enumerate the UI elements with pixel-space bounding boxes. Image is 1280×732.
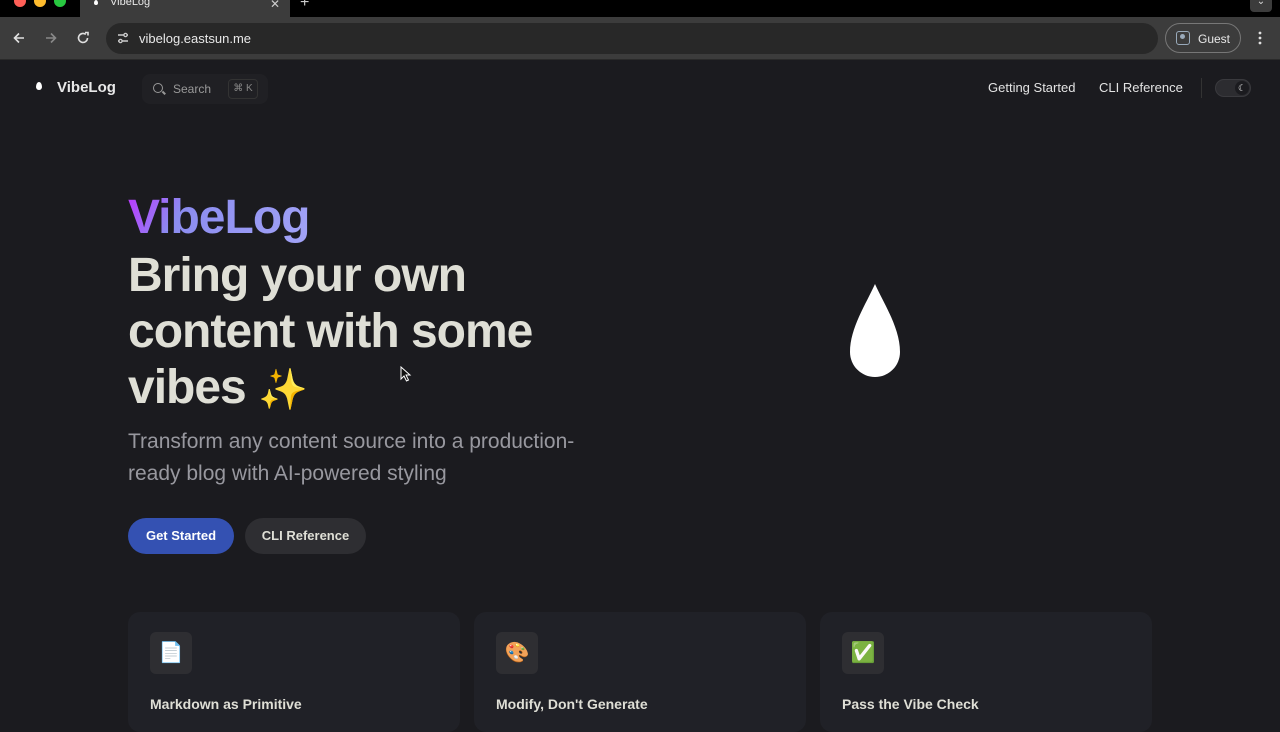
nav-divider bbox=[1201, 78, 1202, 98]
site-header: VibeLog Search ⌘ K Getting Started CLI R… bbox=[0, 60, 1280, 116]
document-icon: 📄 bbox=[150, 632, 192, 674]
hero-text-line-3: vibes ✨ bbox=[128, 360, 308, 418]
url-text: vibelog.eastsun.me bbox=[139, 31, 252, 46]
theme-toggle[interactable]: ☾ bbox=[1215, 79, 1251, 97]
nav-getting-started[interactable]: Getting Started bbox=[988, 80, 1075, 95]
get-started-button[interactable]: Get Started bbox=[128, 518, 234, 554]
tab-search-button[interactable]: ⌄ bbox=[1250, 0, 1272, 12]
address-bar[interactable]: vibelog.eastsun.me bbox=[106, 23, 1158, 54]
browser-tab-bar: VibeLog ✕ + ⌄ bbox=[0, 0, 1280, 17]
window-zoom-button[interactable] bbox=[54, 0, 66, 7]
search-icon bbox=[153, 83, 163, 93]
sparkles-icon: ✨ bbox=[258, 368, 308, 412]
search-placeholder: Search bbox=[173, 82, 212, 96]
back-arrow-icon bbox=[13, 32, 24, 44]
logo-drop-icon[interactable] bbox=[36, 82, 42, 90]
tab-favicon-icon bbox=[94, 0, 98, 5]
palette-icon: 🎨 bbox=[496, 632, 538, 674]
feature-card: ✅ Pass the Vibe Check bbox=[820, 612, 1152, 732]
browser-menu-button[interactable] bbox=[1252, 27, 1268, 49]
search-shortcut-badge: ⌘ K bbox=[228, 79, 258, 99]
mouse-cursor-icon bbox=[400, 366, 412, 382]
hero-text-line-2: content with some bbox=[128, 305, 533, 358]
hero-text-line-3-label: vibes bbox=[128, 361, 247, 414]
feature-title: Modify, Don't Generate bbox=[496, 696, 648, 712]
reload-icon bbox=[77, 31, 89, 44]
cli-reference-button[interactable]: CLI Reference bbox=[245, 518, 366, 554]
forward-arrow-icon bbox=[46, 32, 57, 44]
feature-card: 🎨 Modify, Don't Generate bbox=[474, 612, 806, 732]
kebab-menu-icon bbox=[1258, 31, 1262, 45]
reload-button[interactable] bbox=[73, 27, 93, 49]
moon-icon: ☾ bbox=[1235, 81, 1249, 95]
forward-button[interactable] bbox=[41, 27, 61, 49]
back-button[interactable] bbox=[9, 27, 29, 49]
site-settings-icon[interactable] bbox=[116, 31, 130, 45]
profile-label: Guest bbox=[1198, 32, 1231, 46]
page-content: VibeLog Search ⌘ K Getting Started CLI R… bbox=[0, 60, 1280, 732]
nav-cli-reference[interactable]: CLI Reference bbox=[1099, 80, 1183, 95]
new-tab-button[interactable]: + bbox=[300, 0, 309, 12]
browser-tab[interactable]: VibeLog ✕ bbox=[80, 0, 290, 17]
hero-drop-image bbox=[850, 284, 900, 377]
site-logo[interactable]: VibeLog bbox=[57, 79, 116, 96]
check-mark-icon: ✅ bbox=[842, 632, 884, 674]
window-close-button[interactable] bbox=[14, 0, 26, 7]
browser-toolbar: vibelog.eastsun.me Guest bbox=[0, 17, 1280, 60]
window-minimize-button[interactable] bbox=[34, 0, 46, 7]
profile-button[interactable]: Guest bbox=[1165, 23, 1241, 53]
hero-tagline: Transform any content source into a prod… bbox=[128, 430, 575, 485]
feature-title: Pass the Vibe Check bbox=[842, 696, 979, 712]
tab-close-icon[interactable]: ✕ bbox=[270, 0, 280, 11]
feature-title: Markdown as Primitive bbox=[150, 696, 302, 712]
hero-text-line-1: Bring your own bbox=[128, 249, 467, 302]
tab-title: VibeLog bbox=[110, 0, 151, 8]
hero-name: VibeLog bbox=[128, 191, 310, 244]
search-button[interactable]: Search ⌘ K bbox=[142, 74, 268, 104]
feature-card: 📄 Markdown as Primitive bbox=[128, 612, 460, 732]
profile-icon bbox=[1176, 31, 1190, 45]
